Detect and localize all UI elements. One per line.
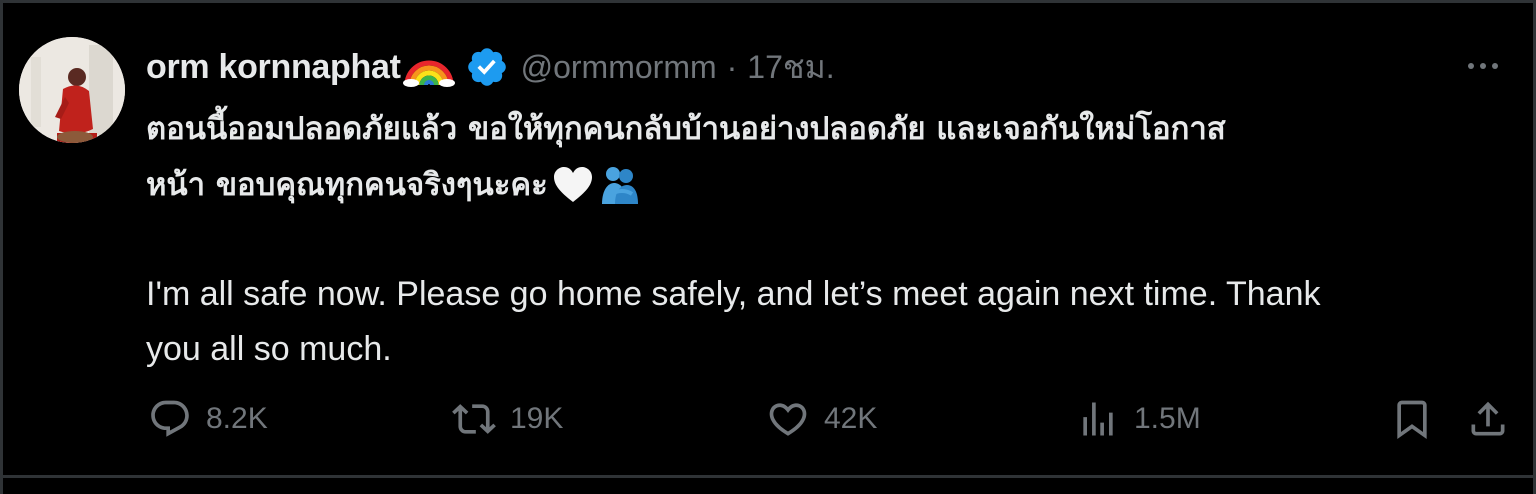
people-hugging-emoji (601, 167, 638, 204)
tweet-text: ตอนนี้ออมปลอดภัยแล้ว ขอให้ทุกคนกลับบ้านอ… (146, 101, 1506, 377)
reply-button[interactable]: 8.2K (148, 391, 268, 447)
repost-icon (452, 404, 496, 434)
like-count: 42K (824, 402, 878, 435)
like-button[interactable]: 42K (766, 391, 877, 447)
reply-count: 8.2K (206, 402, 268, 435)
more-icon[interactable] (1463, 51, 1503, 81)
verified-badge-icon[interactable] (465, 45, 509, 89)
tweet-text-thai-line-2: หน้า ขอบคุณทุกคนจริงๆนะคะ (146, 167, 548, 203)
share-button[interactable] (1466, 391, 1510, 447)
tweet-text-english-line-2: you all so much. (146, 330, 392, 368)
avatar[interactable] (19, 37, 125, 143)
display-name[interactable]: orm kornnaphat (146, 48, 401, 87)
divider (3, 475, 1536, 478)
timestamp[interactable]: 17ชม. (747, 42, 834, 93)
action-bar: 8.2K 19K 42K 1.5M (146, 391, 1516, 447)
separator-dot: · (726, 48, 738, 85)
tweet-text-thai-line-2-row: หน้า ขอบคุณทุกคนจริงๆนะคะ (146, 157, 1506, 213)
tweet-text-thai-line-1: ตอนนี้ออมปลอดภัยแล้ว ขอให้ทุกคนกลับบ้านอ… (146, 111, 1226, 147)
tweet-header: orm kornnaphat @ormmormm · 17ชม. (146, 41, 835, 93)
tweet-card[interactable]: orm kornnaphat @ormmormm · 17ชม. ตอนนี้อ… (0, 0, 1536, 494)
avatar-photo (19, 37, 125, 143)
tweet-text-english-line-1: I'm all safe now. Please go home safely,… (146, 275, 1321, 313)
white-heart-emoji (553, 167, 592, 202)
repost-button[interactable]: 19K (452, 391, 563, 447)
repost-count: 19K (510, 402, 564, 435)
bookmark-button[interactable] (1390, 391, 1434, 447)
bookmark-icon (1397, 400, 1427, 440)
share-icon (1471, 401, 1505, 436)
views-icon (1083, 402, 1113, 436)
rainbow-emoji (402, 60, 455, 87)
user-handle[interactable]: @ormmormm (521, 49, 717, 86)
views-count: 1.5M (1134, 402, 1201, 435)
reply-icon (151, 400, 189, 437)
heart-icon (769, 403, 807, 436)
views-button[interactable]: 1.5M (1076, 391, 1201, 447)
